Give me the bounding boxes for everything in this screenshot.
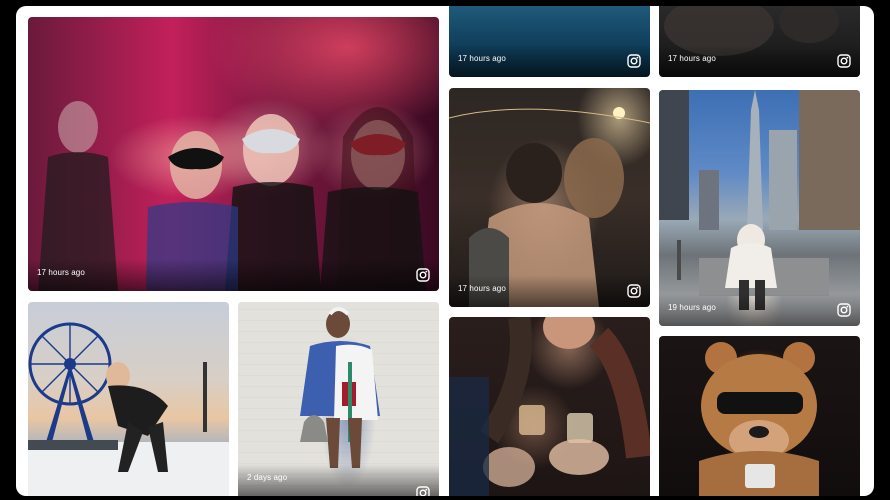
instagram-icon[interactable] [416, 486, 430, 496]
instagram-icon[interactable] [837, 54, 851, 68]
post-timestamp: 17 hours ago [668, 54, 716, 63]
feed-tile-bear[interactable] [659, 336, 860, 496]
feed-tile-party[interactable]: 17 hours ago [28, 17, 439, 291]
feed-tile-ferris-wheel[interactable] [28, 302, 229, 496]
post-photo [659, 90, 860, 326]
post-photo [28, 17, 439, 291]
feed-tile-city[interactable]: 19 hours ago [659, 90, 860, 326]
social-feed-grid: 17 hours ago 17 hours ago 17 hours ago 1… [16, 6, 874, 496]
feed-tile-wall[interactable]: 2 days ago [238, 302, 439, 496]
post-timestamp: 2 days ago [247, 473, 288, 482]
feed-tile-drinks[interactable] [449, 317, 650, 496]
post-timestamp: 17 hours ago [458, 284, 506, 293]
post-photo [659, 336, 860, 496]
instagram-icon[interactable] [627, 54, 641, 68]
feed-tile-top-dark[interactable]: 17 hours ago [659, 6, 860, 77]
post-photo [449, 317, 650, 496]
instagram-icon[interactable] [837, 303, 851, 317]
instagram-icon[interactable] [416, 268, 430, 282]
post-timestamp: 17 hours ago [458, 54, 506, 63]
post-photo [28, 302, 229, 496]
feed-tile-kiss[interactable]: 17 hours ago [449, 88, 650, 307]
post-timestamp: 17 hours ago [37, 268, 85, 277]
instagram-icon[interactable] [627, 284, 641, 298]
post-timestamp: 19 hours ago [668, 303, 716, 312]
feed-tile-top-blue[interactable]: 17 hours ago [449, 6, 650, 77]
